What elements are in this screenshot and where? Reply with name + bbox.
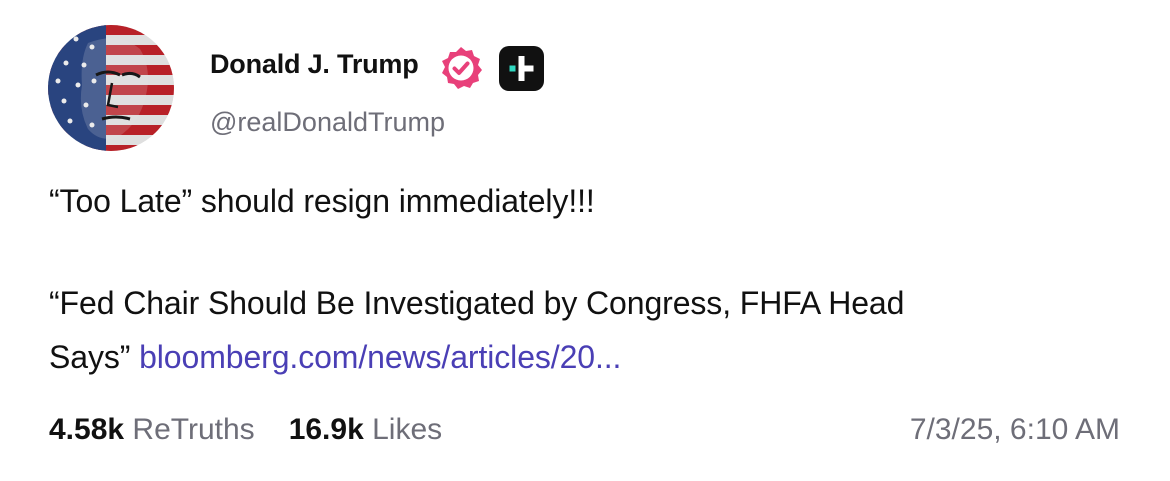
user-handle[interactable]: @realDonaldTrump (210, 107, 445, 138)
article-link[interactable]: bloomberg.com/news/articles/20... (139, 339, 621, 375)
likes-stat[interactable]: 16.9k Likes (289, 413, 442, 446)
post-stats: 4.58k ReTruths 16.9k Likes (49, 413, 442, 447)
likes-count: 16.9k (288, 413, 364, 446)
retruths-label: ReTruths (132, 413, 255, 446)
retruths-count: 4.58k (49, 413, 125, 446)
post-text-line: “Too Late” should resign immediately!!! (49, 183, 595, 219)
post-text-fragment: Says” (49, 339, 140, 375)
truth-plus-icon (499, 46, 544, 91)
display-name[interactable]: Donald J. Trump (210, 49, 419, 80)
truth-post: Donald J. Trump @realDonaldTrump “Too La… (0, 0, 1170, 481)
verified-badge-icon (438, 45, 484, 91)
post-timestamp[interactable]: 7/3/25, 6:10 AM (910, 413, 1120, 447)
avatar-image (48, 25, 174, 151)
avatar[interactable] (48, 25, 174, 151)
post-text-line: “Fed Chair Should Be Investigated by Con… (49, 285, 905, 321)
post-text-line-with-link: Says” bloomberg.com/news/articles/20... (49, 339, 621, 376)
retruths-stat[interactable]: 4.58k ReTruths (49, 413, 255, 446)
likes-label: Likes (372, 413, 443, 446)
